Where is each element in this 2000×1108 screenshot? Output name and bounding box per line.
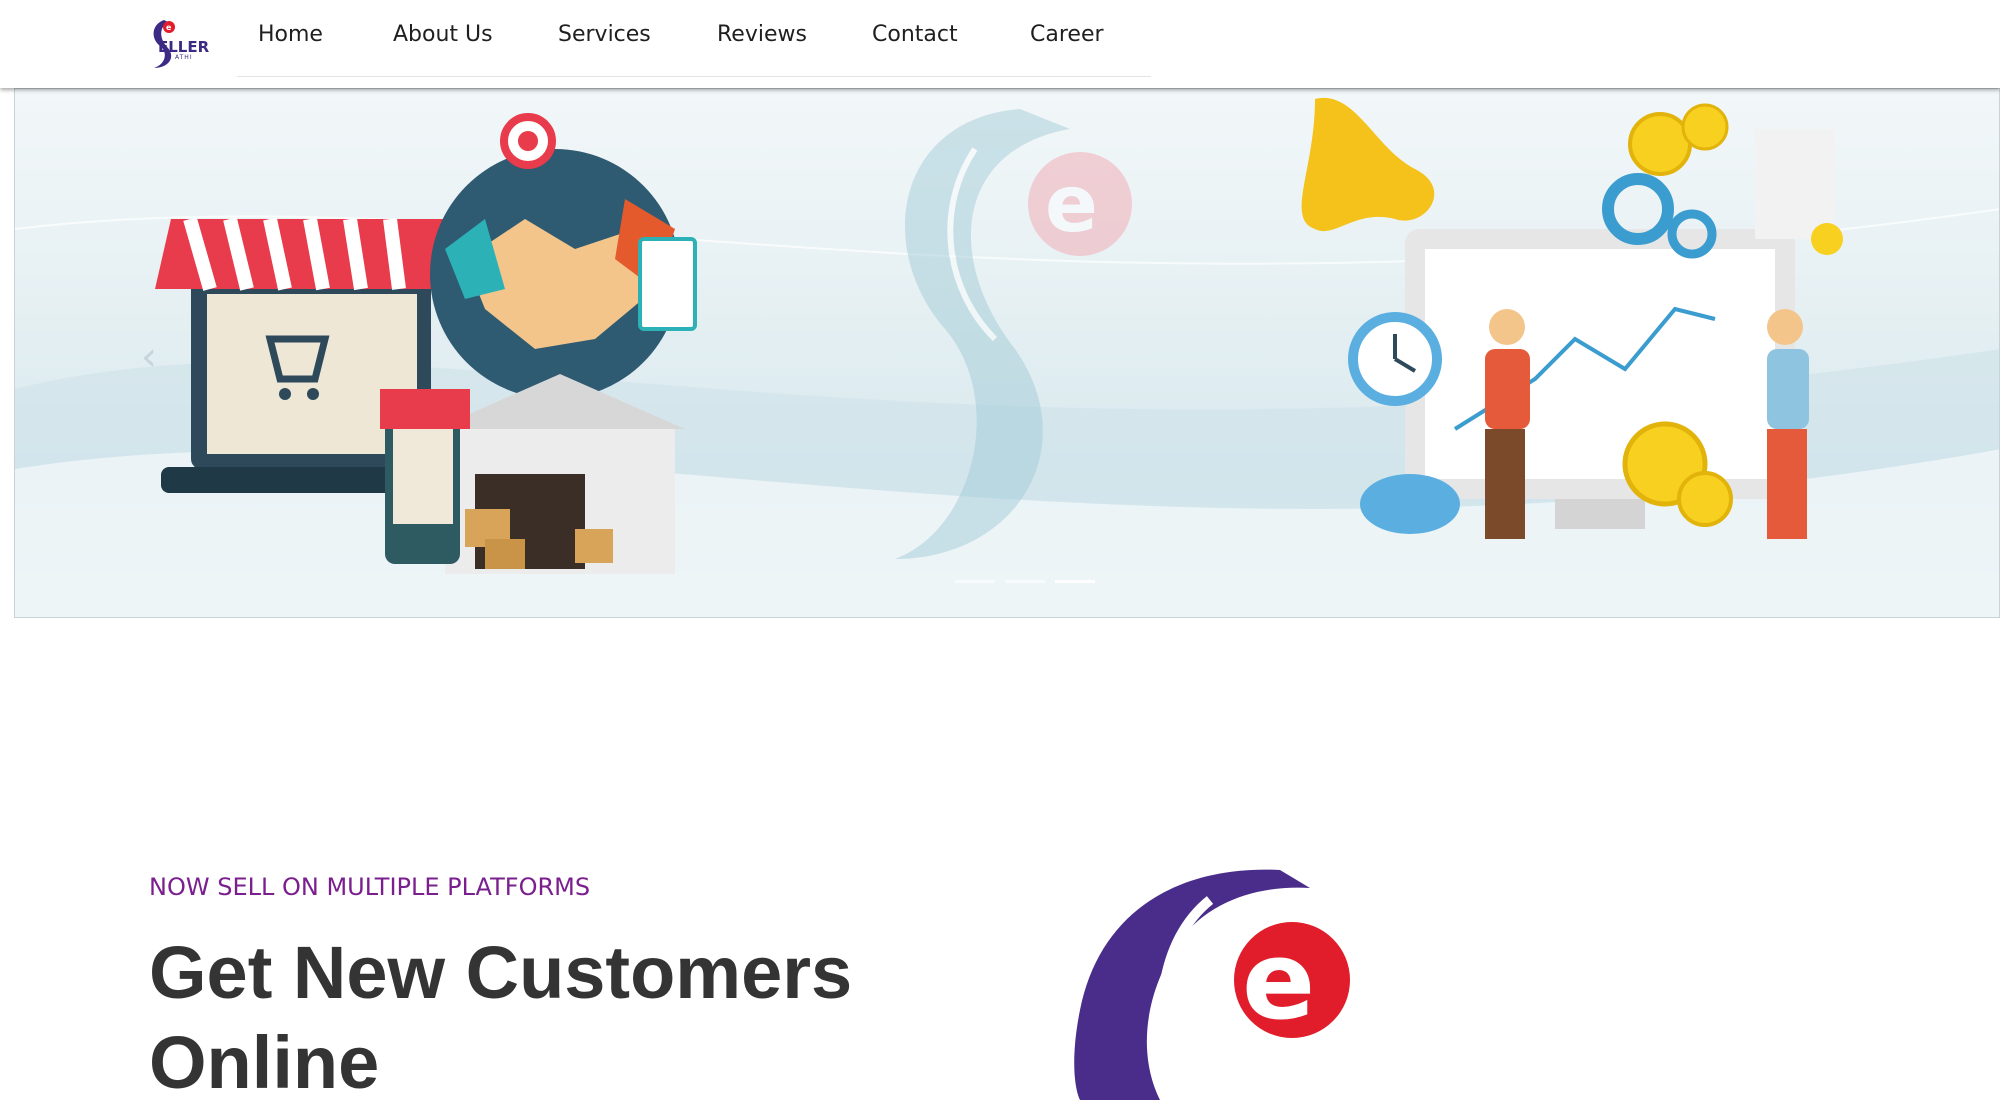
hero-carousel[interactable]: e ‹ (14, 88, 2000, 618)
main-nav: Home About Us Services Reviews Contact C… (237, 0, 1151, 77)
handshake-illustration (430, 113, 697, 399)
svg-text:e: e (1045, 160, 1098, 250)
hero-headline: Get New Customers Online (149, 931, 853, 1104)
carousel-dot[interactable] (955, 580, 995, 583)
hero-eyebrow: NOW SELL ON MULTIPLE PLATFORMS (149, 873, 591, 901)
nav-services[interactable]: Services (558, 22, 651, 47)
nav-reviews[interactable]: Reviews (717, 22, 807, 47)
site-header: e ELLER ATHI Home About Us Services Revi… (0, 0, 2000, 88)
brand-logo-subtext: ATHI (175, 54, 193, 61)
nav-career[interactable]: Career (1030, 22, 1104, 47)
banner-illustration: e (15, 97, 1999, 617)
svg-text:e: e (166, 23, 172, 32)
carousel-dot-active[interactable] (1055, 580, 1095, 583)
carousel-indicators (955, 580, 1095, 583)
nav-home[interactable]: Home (258, 22, 323, 47)
nav-about-us[interactable]: About Us (393, 22, 493, 47)
carousel-dot[interactable] (1005, 580, 1045, 583)
chevron-left-icon[interactable]: ‹ (141, 334, 157, 380)
svg-text:e: e (1242, 919, 1315, 1044)
nav-contact[interactable]: Contact (872, 22, 958, 47)
brand-mark-large: e (1074, 869, 1350, 1100)
